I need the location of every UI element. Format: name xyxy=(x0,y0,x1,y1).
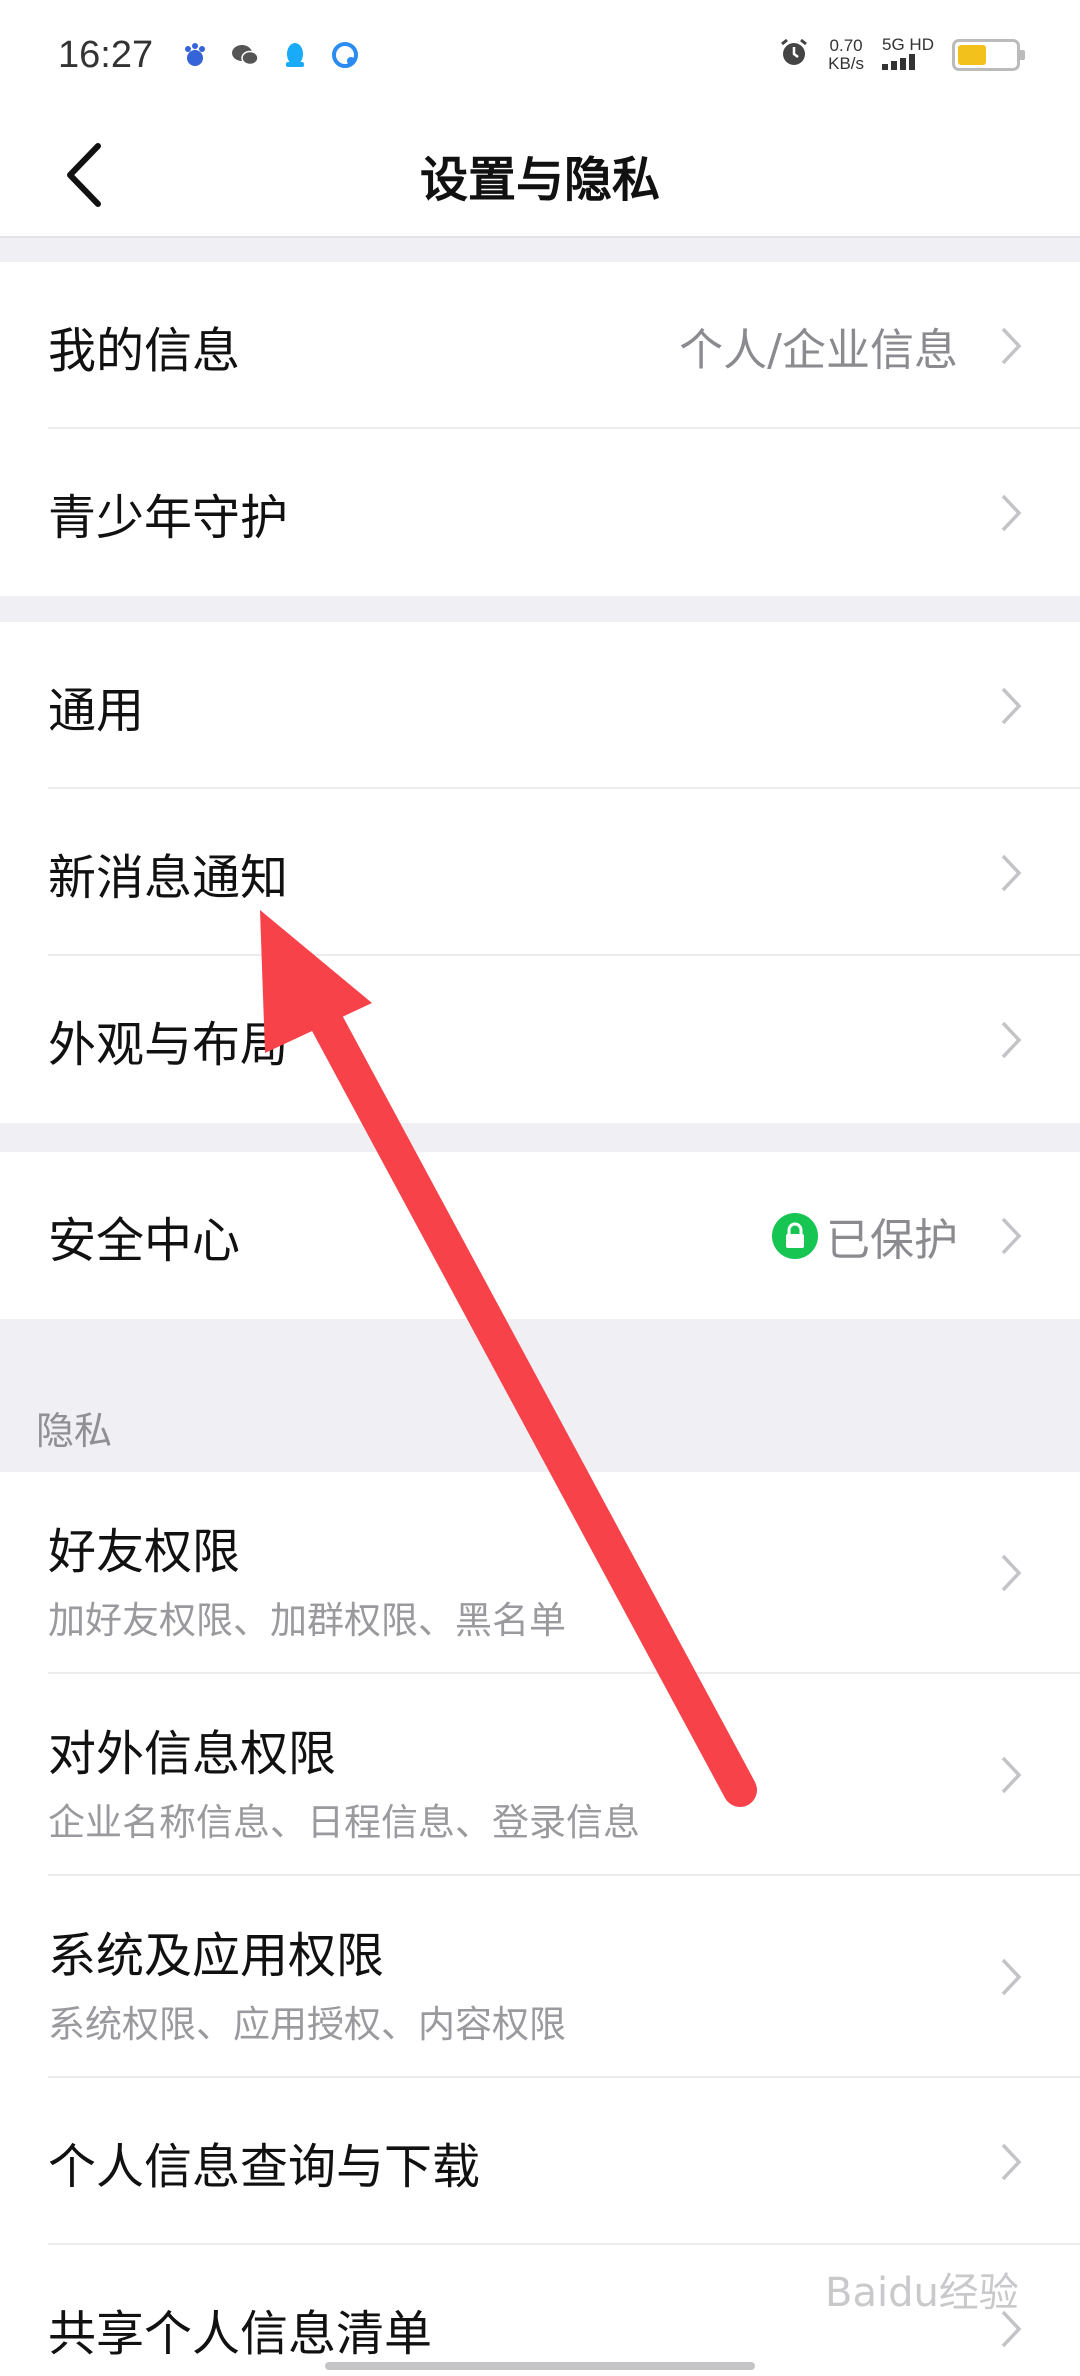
status-time: 16:27 xyxy=(58,34,154,76)
watermark: Baidu经验 xyxy=(825,2270,1019,2316)
new-message-notification-label: 新消息通知 xyxy=(48,849,289,906)
notification-icons xyxy=(180,40,360,70)
my-info-value: 个人/企业信息 xyxy=(679,324,958,376)
alarm-icon xyxy=(778,37,810,73)
security-center-label: 安全中心 xyxy=(48,1212,241,1269)
security-center-row[interactable]: 安全中心 已保护 xyxy=(0,1152,1080,1319)
external-info-permission-label: 对外信息权限 xyxy=(48,1726,337,1782)
general-row[interactable]: 通用 xyxy=(0,622,1080,789)
external-info-permission-row[interactable]: 对外信息权限 企业名称信息、日程信息、登录信息 xyxy=(0,1674,1080,1876)
chevron-right-icon xyxy=(1001,1554,1022,1592)
chevron-right-icon xyxy=(1001,1217,1022,1254)
chevron-right-icon xyxy=(1001,494,1022,531)
my-info-row[interactable]: 我的信息 个人/企业信息 xyxy=(0,262,1080,429)
page-title: 设置与隐私 xyxy=(419,152,660,208)
personal-info-download-label: 个人信息查询与下载 xyxy=(48,2138,481,2195)
signal-icon xyxy=(882,54,916,70)
external-info-permission-sub: 企业名称信息、日程信息、登录信息 xyxy=(48,1801,640,1844)
qq-icon xyxy=(280,40,310,70)
system-app-permission-label: 系统及应用权限 xyxy=(48,1928,385,1984)
settings-group-3: 安全中心 已保护 xyxy=(0,1152,1080,1319)
personal-info-download-row[interactable]: 个人信息查询与下载 xyxy=(0,2078,1080,2245)
settings-group-1: 我的信息 个人/企业信息 青少年守护 xyxy=(0,262,1080,596)
friend-permission-sub: 加好友权限、加群权限、黑名单 xyxy=(48,1599,566,1642)
chevron-right-icon xyxy=(1001,327,1022,364)
chevron-right-icon xyxy=(1001,854,1022,891)
teen-protection-label: 青少年守护 xyxy=(48,489,289,546)
status-bar: 16:27 0.70 KB/s 5G HD xyxy=(0,0,1080,110)
net-speed-unit: KB/s xyxy=(828,54,865,73)
security-status-value: 已保护 xyxy=(826,1214,958,1266)
network-label: 5G HD xyxy=(882,35,934,54)
chevron-right-icon xyxy=(1001,1958,1022,1996)
home-indicator[interactable] xyxy=(325,2362,755,2370)
net-speed-value: 0.70 xyxy=(829,36,863,55)
signal-group: 5G HD xyxy=(882,36,934,74)
header: 设置与隐私 xyxy=(0,110,1080,238)
system-app-permission-row[interactable]: 系统及应用权限 系统权限、应用授权、内容权限 xyxy=(0,1876,1080,2078)
shared-info-list-label: 共享个人信息清单 xyxy=(48,2305,433,2362)
teen-protection-row[interactable]: 青少年守护 xyxy=(0,429,1080,596)
settings-group-2: 通用 新消息通知 外观与布局 xyxy=(0,622,1080,1123)
appearance-layout-row[interactable]: 外观与布局 xyxy=(0,956,1080,1123)
net-speed: 0.70 KB/s xyxy=(828,37,864,73)
chevron-right-icon xyxy=(1001,1021,1022,1058)
system-app-permission-sub: 系统权限、应用授权、内容权限 xyxy=(48,2003,566,2046)
chevron-right-icon xyxy=(1001,1756,1022,1794)
browser-icon xyxy=(330,40,360,70)
new-message-notification-row[interactable]: 新消息通知 xyxy=(0,789,1080,956)
my-info-label: 我的信息 xyxy=(48,322,241,379)
wechat-icon xyxy=(230,40,260,70)
chevron-right-icon xyxy=(1001,687,1022,724)
friend-permission-row[interactable]: 好友权限 加好友权限、加群权限、黑名单 xyxy=(0,1472,1080,1674)
appearance-layout-label: 外观与布局 xyxy=(48,1016,289,1073)
baidu-icon xyxy=(180,40,210,70)
chevron-right-icon xyxy=(1001,2143,1022,2180)
general-label: 通用 xyxy=(48,682,145,739)
friend-permission-label: 好友权限 xyxy=(48,1524,241,1580)
lock-icon xyxy=(772,1212,818,1259)
battery-icon xyxy=(952,39,1025,71)
privacy-section-label: 隐私 xyxy=(36,1409,113,1453)
privacy-group: 好友权限 加好友权限、加群权限、黑名单 对外信息权限 企业名称信息、日程信息、登… xyxy=(0,1472,1080,2376)
